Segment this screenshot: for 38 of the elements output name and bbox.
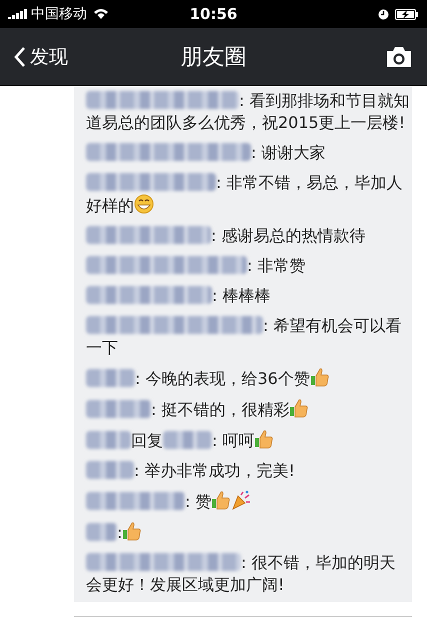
grinning-face-icon (134, 194, 154, 214)
chevron-left-icon (14, 46, 26, 68)
wifi-icon (93, 8, 109, 20)
page-title: 朋友圈 (180, 44, 246, 72)
comment-row: : 看到那排场和节目就知道易总的团队多么优秀，祝2015更上一层楼! (86, 90, 410, 134)
blurred-name (86, 461, 134, 479)
thumbs-up-icon (289, 398, 310, 418)
blurred-name (86, 523, 117, 541)
camera-button[interactable] (385, 44, 413, 68)
blurred-name (86, 369, 135, 387)
comment-row: : 非常赞 (86, 255, 410, 277)
thumbs-up-icon (254, 429, 274, 449)
comment-row-text: : 非常不错，易总，毕加人好样的 (86, 172, 404, 217)
comment-row: : 举办非常成功，完美! (86, 460, 410, 482)
back-button[interactable]: 发现 (14, 44, 68, 70)
blurred-name (86, 400, 151, 418)
thumbs-up-icon (211, 490, 232, 510)
comment-row: : 挺不错的，很精彩 (86, 398, 410, 421)
comment-row: : (86, 521, 410, 544)
battery-charging-icon (395, 8, 419, 20)
clock-time: 10:56 (190, 5, 238, 23)
camera-icon (385, 44, 413, 68)
comment-row: : 棒棒棒 (86, 285, 410, 307)
signal-icon (8, 9, 28, 19)
comment-row: 回复 : 呵呵 (86, 429, 410, 452)
carrier-name: 中国移动 (31, 5, 87, 23)
thumbs-up-icon (122, 521, 142, 541)
party-popper-icon (231, 490, 252, 510)
comment-row: : 今晚的表现，给36个赞 (86, 367, 410, 390)
comment-row-text: : 很不错，毕加的明天会更好！发展区域更加广阔! (86, 552, 396, 596)
blurred-name (86, 431, 131, 449)
thumbs-up-icon (310, 367, 330, 387)
alarm-clock-icon (378, 8, 389, 20)
comment-row: : 赞 (86, 490, 410, 513)
comment-row: : 谢谢大家 (86, 142, 410, 164)
blurred-name (163, 431, 212, 449)
comment-row: : 感谢易总的热情款待 (86, 225, 410, 247)
comment-row-text: : 希望有机会可以看一下 (86, 315, 402, 359)
